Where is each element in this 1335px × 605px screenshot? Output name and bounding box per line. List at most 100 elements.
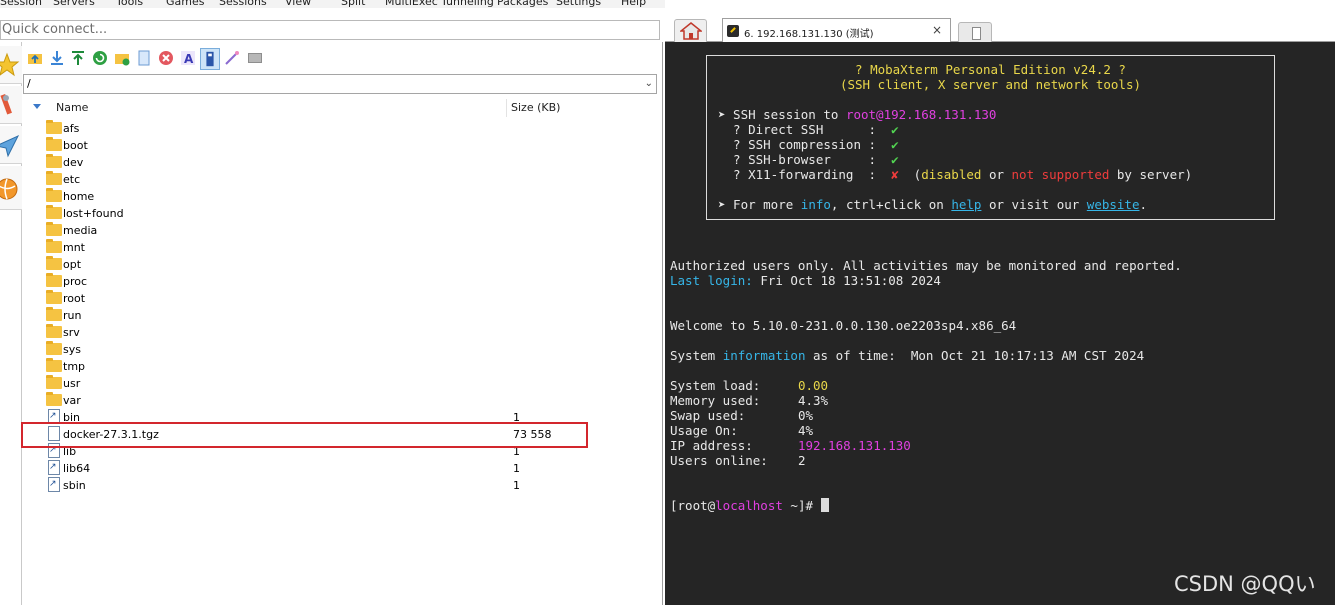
banner-compression: ? SSH compression : ✔ <box>718 137 899 152</box>
column-separator[interactable] <box>506 99 507 117</box>
folder-icon <box>46 154 62 168</box>
follow-terminal-icon[interactable] <box>200 48 220 70</box>
delete-icon[interactable] <box>158 50 174 66</box>
upload-icon[interactable] <box>70 50 86 66</box>
new-file-icon[interactable] <box>136 50 152 66</box>
sftp-browser-panel: A / ⌄ Name Size (KB) afs boot dev etc ho… <box>21 42 663 605</box>
file-row-proc[interactable]: proc <box>22 273 662 290</box>
file-name: afs <box>63 122 80 135</box>
file-row-run[interactable]: run <box>22 307 662 324</box>
file-row-etc[interactable]: etc <box>22 171 662 188</box>
quick-connect-input[interactable]: Quick connect... <box>0 20 660 40</box>
folder-icon <box>46 273 62 287</box>
refresh-icon[interactable] <box>92 50 108 66</box>
menu-packages[interactable]: Packages <box>497 0 548 8</box>
session-tab[interactable]: 6. 192.168.131.130 (测试) × <box>722 18 951 42</box>
folder-icon <box>46 290 62 304</box>
file-row-sbin[interactable]: sbin 1 <box>22 477 662 494</box>
banner-session-line: ➤ SSH session to root@192.168.131.130 <box>718 107 997 122</box>
stat-swap-used: Swap used: 0% <box>670 408 813 423</box>
file-row-boot[interactable]: boot <box>22 137 662 154</box>
banner-x11: ? X11-forwarding : ✘ (disabled or not su… <box>718 167 1193 182</box>
website-link[interactable]: website <box>1087 197 1140 212</box>
folder-icon <box>46 375 62 389</box>
file-name: opt <box>63 258 82 271</box>
file-row-media[interactable]: media <box>22 222 662 239</box>
new-tab-button[interactable] <box>958 22 992 42</box>
menu-view[interactable]: View <box>285 0 311 8</box>
sidebar-tab-sessions[interactable] <box>0 46 22 84</box>
close-tab-icon[interactable]: × <box>932 23 942 37</box>
terminal-icon[interactable] <box>247 50 263 66</box>
sidebar-tab-tools[interactable] <box>0 86 22 124</box>
file-row-lost-found[interactable]: lost+found <box>22 205 662 222</box>
file-row-sys[interactable]: sys <box>22 341 662 358</box>
help-link[interactable]: help <box>951 197 981 212</box>
ssh-session-icon <box>727 25 739 37</box>
file-name: srv <box>63 326 80 339</box>
terminal-cursor <box>820 498 829 512</box>
file-row-srv[interactable]: srv <box>22 324 662 341</box>
menu-session[interactable]: Session <box>0 0 42 8</box>
banner-subtitle: (SSH client, X server and network tools) <box>839 77 1142 92</box>
sysinfo-line: System information as of time: Mon Oct 2… <box>670 348 1145 363</box>
menu-tunneling[interactable]: Tunneling <box>441 0 494 8</box>
menu-bar: Session Servers Tools Games Sessions Vie… <box>0 0 665 8</box>
menu-tools[interactable]: Tools <box>116 0 143 8</box>
svg-text:A: A <box>184 52 194 66</box>
home-tab[interactable] <box>674 19 707 42</box>
file-row-tmp[interactable]: tmp <box>22 358 662 375</box>
file-row-root[interactable]: root <box>22 290 662 307</box>
menu-multiexec[interactable]: MultiExec <box>385 0 438 8</box>
file-row-var[interactable]: var <box>22 392 662 409</box>
folder-icon <box>46 188 62 202</box>
sidebar-tab-sftp[interactable] <box>0 166 22 210</box>
file-row-afs[interactable]: afs <box>22 120 662 137</box>
terminal[interactable]: ? MobaXterm Personal Edition v24.2 ? (SS… <box>665 42 1335 605</box>
column-header-name[interactable]: Name <box>56 101 88 114</box>
column-header-size[interactable]: Size (KB) <box>511 101 560 114</box>
menu-games[interactable]: Games <box>166 0 204 8</box>
tools-icon <box>0 93 12 115</box>
menu-sessions[interactable]: Sessions <box>219 0 267 8</box>
file-row-dev[interactable]: dev <box>22 154 662 171</box>
file-name: boot <box>63 139 88 152</box>
banner-direct-ssh: ? Direct SSH : ✔ <box>718 122 899 137</box>
menu-split[interactable]: Split <box>341 0 365 8</box>
parent-folder-icon[interactable] <box>27 50 43 66</box>
chevron-down-icon[interactable]: ⌄ <box>645 75 653 93</box>
file-name: etc <box>63 173 81 186</box>
file-row-opt[interactable]: opt <box>22 256 662 273</box>
magic-wand-icon[interactable] <box>224 50 240 66</box>
banner-title: ? MobaXterm Personal Edition v24.2 ? <box>855 62 1126 77</box>
file-size: 1 <box>513 479 520 492</box>
rename-icon[interactable]: A <box>180 50 196 66</box>
sidebar-tab-macros[interactable] <box>0 126 22 164</box>
watermark: CSDN @QQい <box>1174 572 1316 596</box>
left-sidebar-tabs <box>0 42 22 605</box>
path-value: / <box>27 77 31 90</box>
info-link[interactable]: info <box>801 197 831 212</box>
file-row-usr[interactable]: usr <box>22 375 662 392</box>
sftp-toolbar: A <box>22 48 662 70</box>
globe-icon <box>0 178 18 200</box>
download-icon[interactable] <box>49 50 65 66</box>
file-row-lib64[interactable]: lib64 1 <box>22 460 662 477</box>
file-list-header: Name Size (KB) <box>22 99 662 117</box>
new-folder-icon[interactable] <box>114 50 130 66</box>
folder-icon <box>46 239 62 253</box>
shell-prompt[interactable]: [root@localhost ~]# <box>670 498 829 513</box>
menu-help[interactable]: Help <box>621 0 646 8</box>
folder-icon <box>46 171 62 185</box>
menu-settings[interactable]: Settings <box>556 0 601 8</box>
stat-memory-used: Memory used: 4.3% <box>670 393 829 408</box>
path-input[interactable]: / ⌄ <box>23 74 657 94</box>
file-name: dev <box>63 156 84 169</box>
file-name: run <box>63 309 82 322</box>
file-row-mnt[interactable]: mnt <box>22 239 662 256</box>
paper-plane-icon <box>0 134 20 158</box>
home-icon <box>680 22 702 40</box>
file-name: mnt <box>63 241 85 254</box>
file-row-home[interactable]: home <box>22 188 662 205</box>
menu-servers[interactable]: Servers <box>53 0 95 8</box>
